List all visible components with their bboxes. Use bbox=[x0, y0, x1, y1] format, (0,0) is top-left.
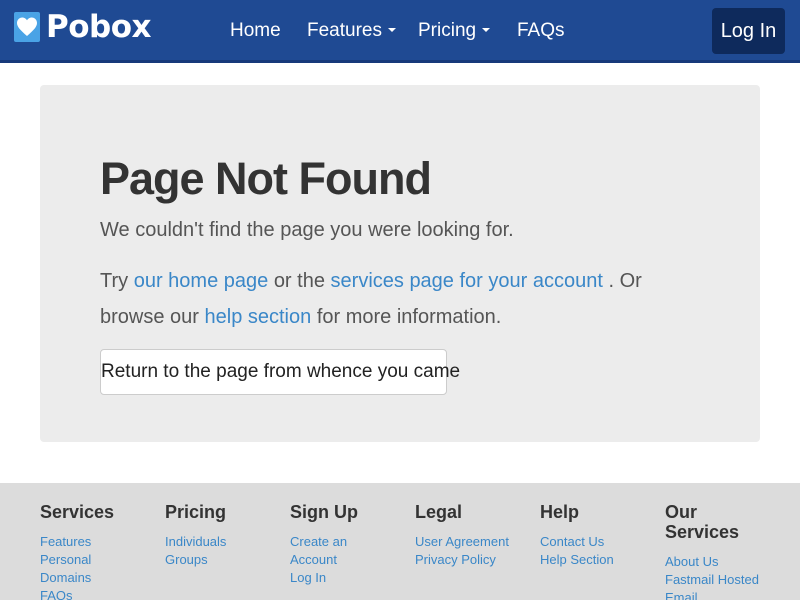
footer-link-create-account-cont[interactable]: Account bbox=[290, 551, 410, 569]
footer-link-personal[interactable]: Personal bbox=[40, 551, 160, 569]
footer-col-pricing: Pricing Individuals Groups bbox=[165, 502, 285, 569]
nav-faqs-label: FAQs bbox=[517, 20, 565, 41]
footer-link-individuals[interactable]: Individuals bbox=[165, 533, 285, 551]
login-button[interactable]: Log In bbox=[712, 8, 785, 54]
footer-link-domains[interactable]: Domains bbox=[40, 569, 160, 587]
footer-link-features[interactable]: Features bbox=[40, 533, 160, 551]
nav-features-label: Features bbox=[307, 20, 382, 41]
text-try: Try bbox=[100, 270, 129, 292]
footer-link-help-section[interactable]: Help Section bbox=[540, 551, 660, 569]
footer-col-legal: Legal User Agreement Privacy Policy bbox=[415, 502, 535, 569]
footer-col-signup: Sign Up Create an Account Log In bbox=[290, 502, 410, 587]
caret-down-icon bbox=[482, 27, 491, 32]
footer-link-privacy-policy[interactable]: Privacy Policy bbox=[415, 551, 535, 569]
footer-heading: Sign Up bbox=[290, 502, 358, 522]
footer-link-fastmail-hosted[interactable]: Fastmail Hosted bbox=[665, 571, 775, 589]
nav-home-label: Home bbox=[230, 20, 281, 41]
brand-name: Pobox bbox=[46, 9, 152, 45]
footer-link-email[interactable]: Email bbox=[665, 589, 775, 600]
help-paragraph: Try our home page or the services page f… bbox=[100, 263, 710, 335]
nav-features-dropdown[interactable]: Features bbox=[307, 18, 396, 44]
heart-envelope-icon bbox=[14, 12, 40, 42]
footer-link-user-agreement[interactable]: User Agreement bbox=[415, 533, 535, 551]
footer-link-create-account[interactable]: Create an bbox=[290, 533, 410, 551]
nav-pricing-label: Pricing bbox=[418, 20, 477, 41]
text-or-the: or the bbox=[273, 270, 325, 292]
nav-home-link[interactable]: Home bbox=[230, 18, 281, 44]
nav-faqs-link[interactable]: FAQs bbox=[517, 18, 565, 44]
footer-heading: Services bbox=[40, 502, 115, 522]
error-lead-text: We couldn't find the page you were looki… bbox=[100, 219, 514, 241]
page-title: Page Not Found bbox=[100, 153, 432, 204]
error-panel: Page Not Found We couldn't find the page… bbox=[40, 85, 760, 442]
footer-link-groups[interactable]: Groups bbox=[165, 551, 285, 569]
footer-heading: Pricing bbox=[165, 502, 227, 522]
navbar: Pobox Home Features Pricing FAQs Log In bbox=[0, 0, 800, 63]
help-section-link[interactable]: help section bbox=[205, 306, 312, 328]
caret-down-icon bbox=[387, 27, 396, 32]
footer-col-our-services: Our Services About Us Fastmail Hosted Em… bbox=[665, 502, 775, 600]
footer-heading: Help bbox=[540, 502, 580, 522]
footer-link-faqs[interactable]: FAQs bbox=[40, 587, 160, 600]
footer-link-contact-us[interactable]: Contact Us bbox=[540, 533, 660, 551]
text-more-info: for more information. bbox=[316, 306, 502, 328]
footer-heading: Our Services bbox=[665, 502, 740, 542]
return-button[interactable]: Return to the page from whence you came bbox=[100, 349, 460, 395]
footer-link-login[interactable]: Log In bbox=[290, 569, 410, 587]
footer-col-help: Help Contact Us Help Section bbox=[540, 502, 660, 569]
footer: Services Features Personal Domains FAQs … bbox=[0, 483, 800, 600]
home-page-link[interactable]: our home page bbox=[134, 270, 269, 292]
footer-link-about-us[interactable]: About Us bbox=[665, 553, 775, 571]
services-page-link[interactable]: services page for your account bbox=[331, 270, 603, 292]
footer-col-services: Services Features Personal Domains FAQs bbox=[40, 502, 160, 600]
footer-heading: Legal bbox=[415, 502, 463, 522]
brand-logo[interactable]: Pobox bbox=[14, 9, 152, 45]
nav-pricing-dropdown[interactable]: Pricing bbox=[418, 18, 491, 44]
